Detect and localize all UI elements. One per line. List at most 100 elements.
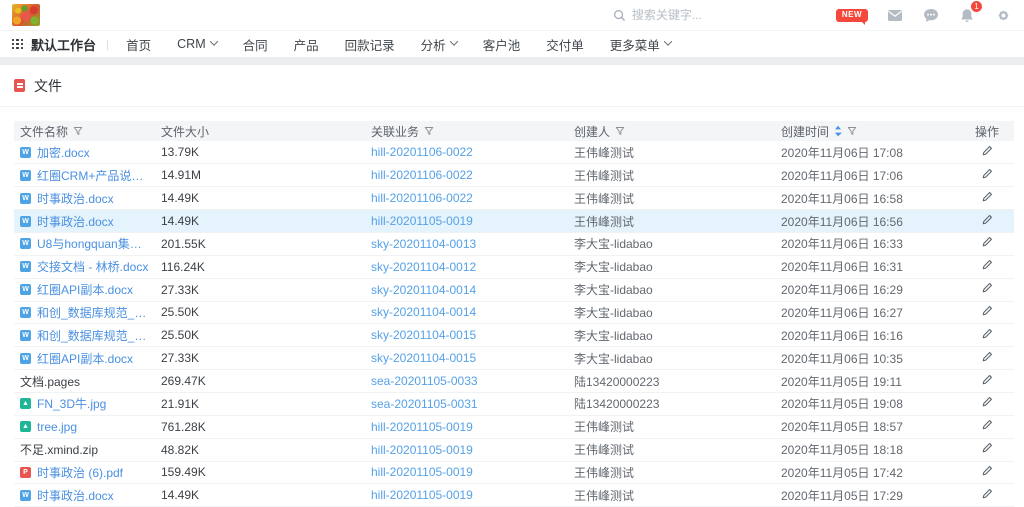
chat-icon[interactable]: [922, 6, 940, 24]
file-name-link[interactable]: 时事政治 (6).pdf: [37, 464, 123, 481]
column-header-创建人[interactable]: 创建人: [568, 121, 775, 141]
file-name-link[interactable]: 时事政治.docx: [37, 213, 114, 230]
nav-item-回款记录[interactable]: 回款记录: [332, 35, 408, 54]
table-row: W红圈CRM+产品说明201901_前端...14.91Mhill-202011…: [14, 164, 1014, 187]
edit-button[interactable]: [981, 465, 993, 477]
created-time: 2020年11月06日 10:35: [781, 352, 903, 366]
related-business-link[interactable]: hill-20201105-0019: [371, 465, 473, 479]
nav-item-label: 合同: [243, 35, 268, 54]
edit-button[interactable]: [981, 488, 993, 500]
image-file-icon: ▲: [20, 398, 31, 409]
edit-button[interactable]: [981, 374, 993, 386]
table-row: W时事政治.docx14.49Khill-20201105-0019王伟峰测试2…: [14, 210, 1014, 233]
chevron-down-icon: [449, 37, 457, 45]
file-name-link[interactable]: 时事政治.docx: [37, 487, 114, 504]
created-time: 2020年11月06日 16:33: [781, 237, 903, 251]
created-time: 2020年11月06日 16:31: [781, 260, 903, 274]
edit-button[interactable]: [981, 419, 993, 431]
edit-button[interactable]: [981, 236, 993, 248]
gear-icon[interactable]: [994, 6, 1012, 24]
nav-item-CRM[interactable]: CRM: [164, 37, 229, 51]
table-header: 文件名称文件大小关联业务创建人创建时间操作: [14, 121, 1014, 141]
file-name-link[interactable]: 红圈API副本.docx: [37, 350, 133, 367]
related-business-link[interactable]: hill-20201105-0019: [371, 443, 473, 457]
filter-icon[interactable]: [424, 126, 434, 136]
related-business-link[interactable]: hill-20201106-0022: [371, 145, 473, 159]
edit-button[interactable]: [981, 145, 993, 157]
related-business-link[interactable]: sky-20201104-0015: [371, 328, 476, 342]
file-size: 761.28K: [161, 420, 206, 434]
file-name-link[interactable]: 红圈API副本.docx: [37, 281, 133, 298]
nav-item-客户池[interactable]: 客户池: [470, 35, 534, 54]
file-name-link[interactable]: FN_3D牛.jpg: [37, 395, 106, 412]
sort-icon[interactable]: [834, 125, 842, 137]
column-header-关联业务[interactable]: 关联业务: [365, 121, 568, 141]
workspace-title[interactable]: 默认工作台: [31, 35, 96, 54]
file-size: 269.47K: [161, 374, 206, 388]
edit-button[interactable]: [981, 282, 993, 294]
edit-button[interactable]: [981, 259, 993, 271]
file-name-link[interactable]: 加密.docx: [37, 144, 90, 161]
file-size: 21.91K: [161, 397, 199, 411]
global-search[interactable]: [613, 8, 782, 22]
created-time: 2020年11月06日 17:08: [781, 146, 903, 160]
related-business-link[interactable]: sea-20201105-0031: [371, 397, 478, 411]
file-name-link[interactable]: U8与hongquan集成方案.docx: [37, 235, 149, 252]
filter-icon[interactable]: [73, 126, 83, 136]
search-input[interactable]: [632, 8, 782, 22]
created-time: 2020年11月06日 17:06: [781, 169, 903, 183]
related-business-link[interactable]: sky-20201104-0014: [371, 305, 476, 319]
nav-item-label: 交付单: [546, 35, 584, 54]
app-launcher-icon[interactable]: [12, 39, 23, 50]
edit-button[interactable]: [981, 168, 993, 180]
column-header-创建时间[interactable]: 创建时间: [775, 121, 960, 141]
filter-icon[interactable]: [615, 126, 625, 136]
edit-button[interactable]: [981, 328, 993, 340]
filter-icon[interactable]: [847, 126, 857, 136]
edit-button[interactable]: [981, 305, 993, 317]
related-business-link[interactable]: hill-20201106-0022: [371, 191, 473, 205]
word-file-icon: W: [20, 490, 31, 501]
related-business-link[interactable]: hill-20201105-0019: [371, 214, 473, 228]
related-business-link[interactable]: hill-20201106-0022: [371, 168, 473, 182]
file-name-link[interactable]: 和创_数据库规范_20171124.doc: [37, 327, 149, 344]
file-name-link[interactable]: 红圈CRM+产品说明201901_前端...: [37, 167, 149, 184]
created-time: 2020年11月05日 17:42: [781, 466, 903, 480]
file-size: 201.55K: [161, 237, 206, 251]
nav-divider: |: [106, 37, 109, 51]
mail-icon[interactable]: [886, 6, 904, 24]
new-badge[interactable]: NEW: [836, 9, 868, 22]
creator-name: 李大宝-lidabao: [574, 329, 653, 343]
file-name-link[interactable]: 和创_数据库规范_20171124.doc: [37, 304, 149, 321]
app-window: NEW 1: [0, 0, 1024, 507]
nav-item-label: 更多菜单: [610, 35, 660, 54]
nav-item-更多菜单[interactable]: 更多菜单: [597, 35, 684, 54]
column-header-文件大小: 文件大小: [155, 121, 365, 141]
related-business-link[interactable]: sky-20201104-0012: [371, 260, 476, 274]
word-file-icon: W: [20, 307, 31, 318]
column-header-文件名称[interactable]: 文件名称: [14, 121, 155, 141]
related-business-link[interactable]: hill-20201105-0019: [371, 488, 473, 502]
related-business-link[interactable]: sky-20201104-0015: [371, 351, 476, 365]
nav-item-产品[interactable]: 产品: [281, 35, 332, 54]
related-business-link[interactable]: sky-20201104-0013: [371, 237, 476, 251]
related-business-link[interactable]: sea-20201105-0033: [371, 374, 478, 388]
nav-bar: 默认工作台 | 首页CRM 合同产品回款记录分析客户池交付单 更多菜单: [0, 31, 1024, 58]
file-name-link[interactable]: tree.jpg: [37, 420, 77, 434]
chevron-down-icon: [209, 37, 217, 45]
company-logo[interactable]: [12, 4, 40, 26]
bell-icon[interactable]: 1: [958, 6, 976, 24]
nav-item-合同[interactable]: 合同: [230, 35, 281, 54]
related-business-link[interactable]: sky-20201104-0014: [371, 283, 476, 297]
nav-item-首页[interactable]: 首页: [113, 35, 164, 54]
edit-button[interactable]: [981, 442, 993, 454]
nav-item-交付单[interactable]: 交付单: [533, 35, 597, 54]
file-name-link[interactable]: 交接文档 - 林桥.docx: [37, 258, 148, 275]
edit-button[interactable]: [981, 396, 993, 408]
file-name-link[interactable]: 时事政治.docx: [37, 190, 114, 207]
edit-button[interactable]: [981, 191, 993, 203]
edit-button[interactable]: [981, 351, 993, 363]
edit-button[interactable]: [981, 214, 993, 226]
nav-item-分析[interactable]: 分析: [408, 35, 470, 54]
related-business-link[interactable]: hill-20201105-0019: [371, 420, 473, 434]
